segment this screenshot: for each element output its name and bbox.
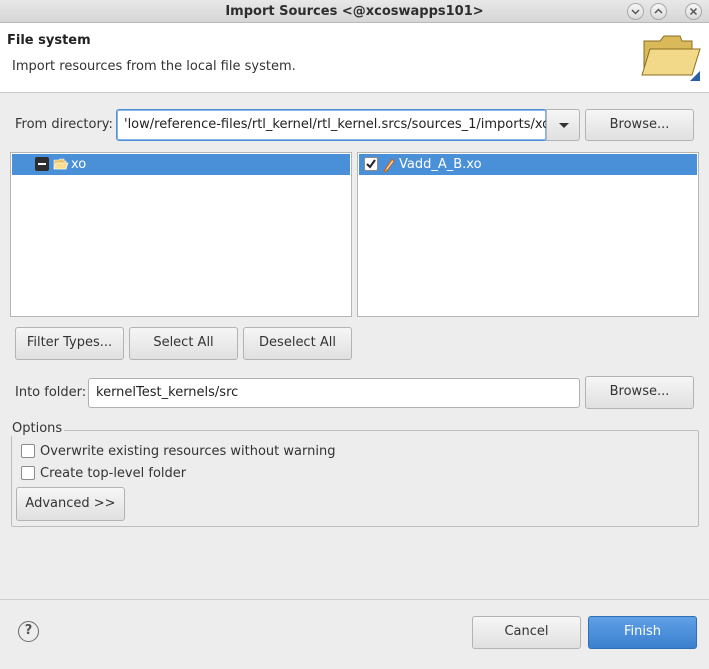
folder-tree-panel[interactable]: xo <box>10 152 352 317</box>
from-directory-input[interactable]: 'low/reference-files/rtl_kernel/rtl_kern… <box>116 109 547 141</box>
from-directory-label: From directory: <box>15 117 113 132</box>
from-directory-dropdown[interactable] <box>546 109 580 141</box>
folder-open-icon <box>641 35 701 81</box>
wizard-header: File system Import resources from the lo… <box>0 23 709 93</box>
chevron-up-icon <box>654 8 663 14</box>
file-item-label: Vadd_A_B.xo <box>399 157 482 172</box>
page-description: Import resources from the local file sys… <box>12 59 296 74</box>
filter-types-button[interactable]: Filter Types... <box>15 327 124 360</box>
create-top-level-checkbox[interactable] <box>21 466 35 480</box>
footer-separator <box>0 599 709 600</box>
finish-button[interactable]: Finish <box>588 616 697 649</box>
deselect-all-button[interactable]: Deselect All <box>243 327 352 360</box>
overwrite-label[interactable]: Overwrite existing resources without war… <box>40 444 335 459</box>
overwrite-checkbox[interactable] <box>21 444 35 458</box>
minus-icon <box>38 163 46 165</box>
select-all-button[interactable]: Select All <box>129 327 238 360</box>
from-directory-browse-button[interactable]: Browse... <box>585 109 694 141</box>
cancel-button[interactable]: Cancel <box>472 616 581 649</box>
file-list-panel[interactable]: Vadd_A_B.xo <box>357 152 699 317</box>
file-item-checkbox[interactable] <box>364 157 378 171</box>
file-item-vadd[interactable]: Vadd_A_B.xo <box>359 154 697 175</box>
help-icon[interactable]: ? <box>18 621 39 642</box>
chevron-down-icon <box>631 9 640 15</box>
tree-item-partial-checkbox[interactable] <box>35 157 49 171</box>
create-top-level-label[interactable]: Create top-level folder <box>40 466 186 481</box>
xo-file-icon <box>383 158 395 173</box>
into-folder-browse-button[interactable]: Browse... <box>585 376 694 409</box>
close-button[interactable] <box>685 3 702 20</box>
into-folder-input[interactable]: kernelTest_kernels/src <box>88 378 580 408</box>
page-title: File system <box>7 33 91 48</box>
dropdown-arrow-icon <box>559 123 569 128</box>
window-titlebar: Import Sources <@xcoswapps101> <box>0 0 709 23</box>
advanced-button[interactable]: Advanced >> <box>16 487 125 521</box>
folder-open-icon <box>53 158 69 170</box>
options-legend: Options <box>10 421 65 436</box>
into-folder-label: Into folder: <box>15 385 87 400</box>
minimize-button[interactable] <box>627 3 644 20</box>
tree-item-xo[interactable]: xo <box>12 154 350 175</box>
checkmark-icon <box>366 159 376 169</box>
maximize-button[interactable] <box>650 3 667 20</box>
window-title: Import Sources <@xcoswapps101> <box>225 4 484 19</box>
tree-item-label: xo <box>71 157 87 172</box>
close-icon <box>689 7 698 16</box>
